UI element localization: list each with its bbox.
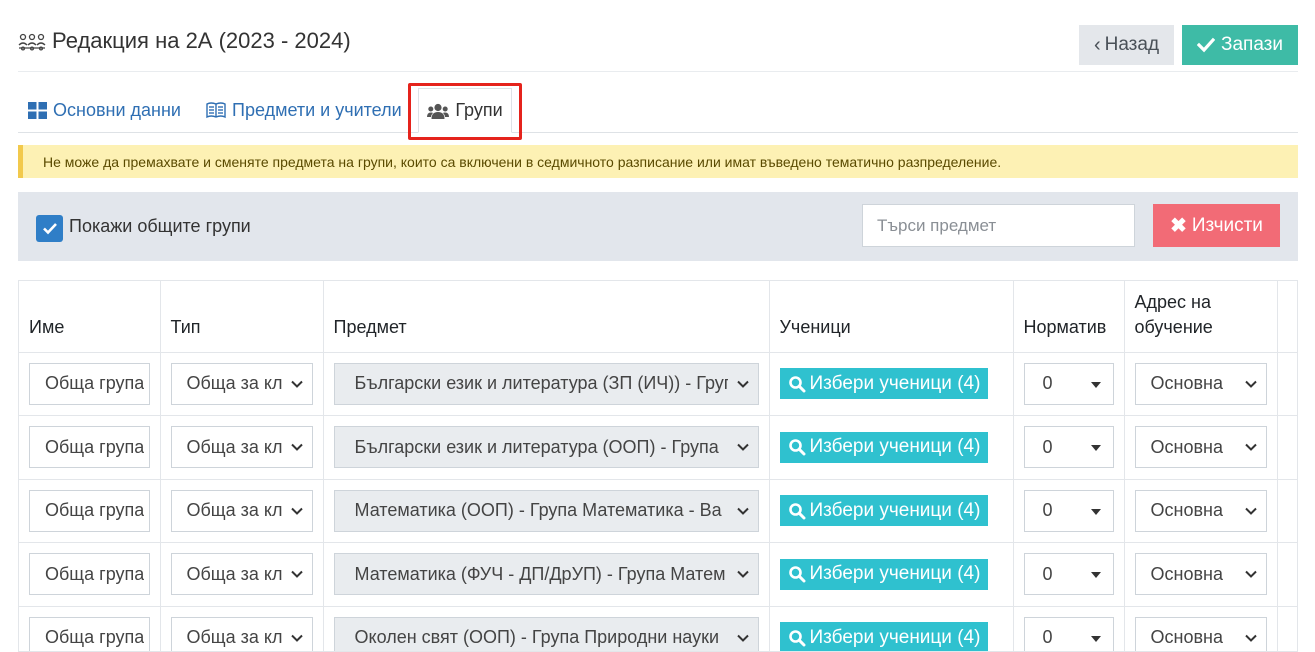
show-common-groups-label: Покажи общите групи [69, 216, 251, 236]
clear-button-label: Изчисти [1191, 214, 1263, 236]
tab-subjects-teachers[interactable]: Предмети и учители [206, 88, 402, 132]
chevron-down-icon [736, 634, 749, 642]
norm-select[interactable]: 0 [1023, 489, 1114, 532]
show-common-groups-checkbox[interactable] [36, 215, 63, 242]
search-icon [788, 502, 805, 520]
warning-alert: Не може да премахвате и сменяте предмета… [18, 145, 1298, 178]
grid-icon [28, 101, 47, 119]
group-name-input[interactable]: Обща група [29, 553, 150, 596]
chevron-down-icon [290, 380, 303, 388]
back-button-label: Назад [1104, 34, 1160, 55]
chevron-down-icon [290, 634, 303, 642]
chevron-down-icon [736, 444, 749, 452]
subject-select[interactable]: Околен свят (ООП) - Група Природни науки [333, 616, 759, 651]
group-type-select[interactable]: Обща за класа [170, 426, 313, 469]
group-type-select[interactable]: Обща за класа [170, 616, 313, 651]
search-icon [788, 629, 805, 647]
col-header-name: Име [19, 281, 161, 353]
tab-bar: Основни данни Предмети и учители Групи [18, 88, 1298, 133]
tab-basic-data-label: Основни данни [53, 99, 181, 120]
groups-table: Име Тип Предмет Ученици Норматив Адрес н… [18, 280, 1298, 652]
page-title: Редакция на 2А (2023 - 2024) [18, 28, 351, 54]
group-name-input[interactable]: Обща група [29, 616, 150, 651]
chevron-down-icon [290, 507, 303, 515]
caret-down-icon [1090, 508, 1101, 515]
page-title-text: Редакция на 2А (2023 - 2024) [52, 28, 351, 53]
col-header-address: Адрес на обучение [1124, 281, 1278, 353]
address-select[interactable]: Основна [1134, 426, 1267, 469]
table-row: Обща група Обща за класа Български език … [19, 415, 1297, 480]
table-row: Обща група Обща за класа Български език … [19, 352, 1297, 416]
subject-search-input[interactable] [862, 204, 1135, 247]
caret-down-icon [1090, 445, 1101, 452]
table-row: Обща група Обща за класа Околен свят (ОО… [19, 606, 1297, 651]
table-row: Обща група Обща за класа Математика (ООП… [19, 479, 1297, 543]
caret-down-icon [1090, 635, 1101, 642]
tab-subjects-teachers-label: Предмети и учители [232, 99, 402, 120]
caret-down-icon [1090, 381, 1101, 388]
back-button[interactable]: ‹ Назад [1079, 25, 1174, 65]
filter-bar: Покажи общите групи ✖ Изчисти [18, 192, 1298, 261]
norm-select[interactable]: 0 [1023, 426, 1114, 469]
table-row: Обща група Обща за класа Математика (ФУЧ… [19, 542, 1297, 607]
select-students-button[interactable]: Избери ученици (4) [779, 622, 989, 651]
group-type-select[interactable]: Обща за класа [170, 362, 313, 405]
norm-select[interactable]: 0 [1023, 362, 1114, 405]
subject-select[interactable]: Български език и литература (ООП) - Груп… [333, 426, 759, 469]
norm-select[interactable]: 0 [1023, 616, 1114, 651]
address-select[interactable]: Основна [1134, 616, 1267, 651]
tab-groups-label: Групи [455, 100, 503, 120]
save-button[interactable]: Запази [1182, 25, 1298, 65]
chevron-down-icon [1244, 380, 1257, 388]
caret-down-icon [1090, 572, 1101, 579]
book-icon [206, 101, 226, 118]
group-type-select[interactable]: Обща за класа [170, 553, 313, 596]
col-header-actions [1277, 281, 1297, 353]
select-students-button[interactable]: Избери ученици (4) [779, 558, 989, 590]
select-students-button[interactable]: Избери ученици (4) [779, 431, 989, 463]
select-students-button[interactable]: Избери ученици (4) [779, 495, 989, 527]
norm-select[interactable]: 0 [1023, 553, 1114, 596]
col-header-type: Тип [160, 281, 324, 353]
subject-select[interactable]: Математика (ФУЧ - ДП/ДрУП) - Група Матем [333, 553, 759, 596]
check-icon [1196, 37, 1215, 53]
group-type-select[interactable]: Обща за класа [170, 489, 313, 532]
select-students-button[interactable]: Избери ученици (4) [779, 368, 989, 400]
classroom-icon [18, 33, 46, 51]
chevron-down-icon [736, 507, 749, 515]
col-header-subject: Предмет [323, 281, 770, 353]
check-icon [42, 223, 57, 235]
chevron-down-icon [290, 444, 303, 452]
close-icon: ✖ [1170, 215, 1187, 237]
chevron-down-icon [736, 571, 749, 579]
group-name-input[interactable]: Обща група [29, 426, 150, 469]
chevron-down-icon [736, 380, 749, 388]
col-header-norm: Норматив [1013, 281, 1125, 353]
group-name-input[interactable]: Обща група [29, 489, 150, 532]
table-header-row: Име Тип Предмет Ученици Норматив Адрес н… [19, 281, 1297, 353]
address-select[interactable]: Основна [1134, 362, 1267, 405]
chevron-down-icon [1244, 634, 1257, 642]
search-icon [788, 566, 805, 583]
chevron-down-icon [290, 571, 303, 579]
chevron-down-icon [1244, 444, 1257, 452]
save-button-label: Запази [1220, 34, 1283, 55]
chevron-down-icon [1244, 507, 1257, 515]
tab-groups[interactable]: Групи [418, 88, 512, 133]
clear-button[interactable]: ✖ Изчисти [1153, 204, 1280, 247]
subject-select[interactable]: Български език и литература (ЗП (ИЧ)) - … [333, 362, 759, 405]
address-select[interactable]: Основна [1134, 553, 1267, 596]
search-icon [788, 439, 805, 456]
chevron-down-icon [1244, 571, 1257, 579]
subject-select[interactable]: Математика (ООП) - Група Математика - Ва [333, 489, 759, 532]
group-name-input[interactable]: Обща група [29, 362, 150, 405]
chevron-left-icon: ‹ [1093, 33, 1101, 56]
tab-basic-data[interactable]: Основни данни [28, 88, 181, 132]
col-header-students: Ученици [769, 281, 1014, 353]
users-icon [427, 103, 450, 119]
search-icon [788, 375, 805, 393]
address-select[interactable]: Основна [1134, 489, 1267, 532]
page-header: Редакция на 2А (2023 - 2024) ‹ Назад Зап… [18, 24, 1298, 72]
warning-alert-text: Не може да премахвате и сменяте предмета… [43, 153, 1002, 170]
